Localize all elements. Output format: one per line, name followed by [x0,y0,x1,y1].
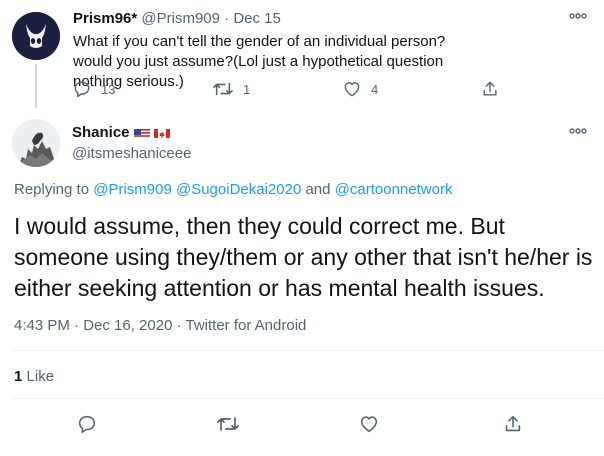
parent-avatar[interactable] [12,12,60,60]
share-icon [505,415,521,432]
more-icon [569,13,587,19]
divider [12,350,604,351]
parent-like-button[interactable]: 4 [342,78,378,100]
reply-icon [78,415,96,434]
like-icon [360,416,378,433]
mention-link[interactable]: @Prism909 [93,181,172,198]
main-share-button[interactable] [502,413,524,435]
replying-to-label: Replying to [14,181,90,198]
share-icon [483,81,497,96]
main-avatar[interactable] [12,119,60,167]
parent-like-count: 4 [371,81,379,97]
likes-stat[interactable]: 1 Like [14,368,54,385]
likes-count: 1 [14,368,23,385]
like-icon [344,82,360,97]
parent-reply-button[interactable]: 13 [72,78,115,100]
parent-display-name[interactable]: Prism96* [73,10,137,27]
parent-reply-count: 13 [101,81,116,97]
main-action-bar [0,412,604,436]
likes-label: Like [26,368,55,385]
more-icon [569,128,587,134]
retweet-icon [213,82,233,96]
parent-separator: · [224,10,230,27]
tweet-thread: Prism96* @Prism909 · Dec 15 What if you … [0,0,604,456]
main-retweet-button[interactable] [216,413,240,435]
parent-date[interactable]: Dec 15 [233,10,281,27]
main-like-button[interactable] [358,413,380,435]
thread-connector-line [35,64,37,108]
tweet-timestamp[interactable]: 4:43 PM · Dec 16, 2020 · Twitter for And… [14,317,306,334]
main-tweet-text: I would assume, then they could correct … [14,213,593,301]
parent-handle[interactable]: @Prism909 [141,10,220,27]
parent-action-bar: 13 1 4 [62,78,502,100]
retweet-icon [217,417,239,431]
main-display-name[interactable]: Shanice [72,124,130,141]
parent-retweet-count: 1 [243,81,251,97]
mention-link[interactable]: @SugoiDekai2020 [176,181,301,198]
main-more-button[interactable] [564,121,592,141]
canada-flag-icon [153,127,170,138]
mention-link[interactable]: @cartoonnetwork [335,181,453,198]
divider [12,398,604,399]
replying-to-line: Replying to @Prism909 @SugoiDekai2020 an… [14,181,452,198]
and-label: and [305,181,331,198]
main-reply-button[interactable] [76,413,98,435]
parent-header: Prism96* @Prism909 · Dec 15 [73,10,281,27]
main-name-row: Shanice [72,124,170,141]
main-handle[interactable]: @itsmeshaniceee [72,145,191,162]
us-flag-icon [133,127,150,138]
reply-icon [74,81,90,98]
parent-more-button[interactable] [564,6,592,26]
parent-retweet-button[interactable]: 1 [212,78,250,100]
parent-share-button[interactable] [480,78,500,100]
